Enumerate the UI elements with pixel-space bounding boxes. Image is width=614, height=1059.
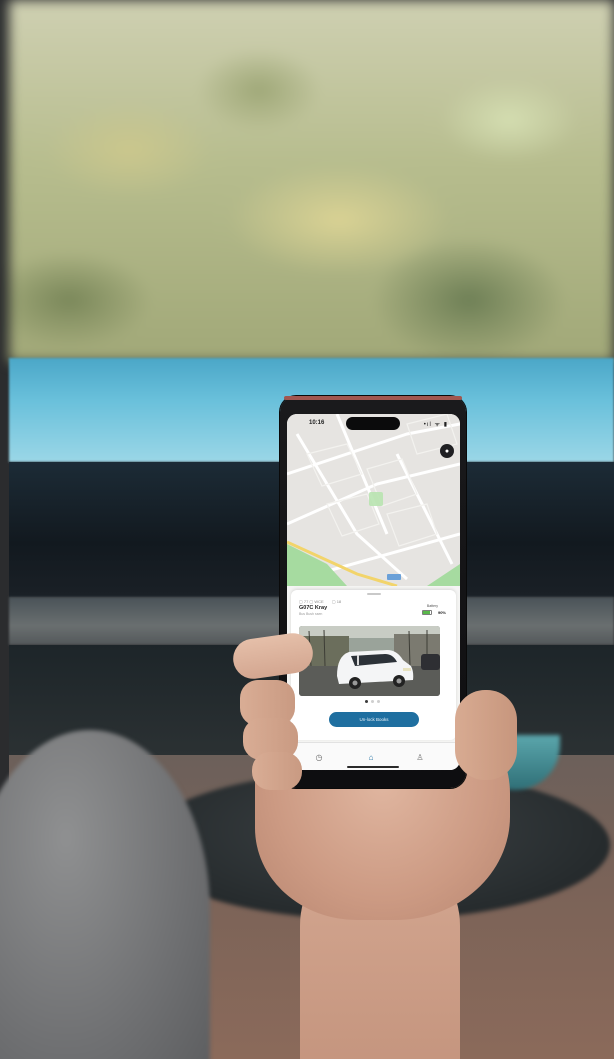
carousel-dot[interactable]: [371, 700, 374, 703]
vehicle-subtitle: Bus Bush ssen: [299, 612, 323, 616]
photo-scene: 10:16 •ıl ᯤ ▮ ● ▢ 77 ▢ WCE ▢ 18 G07C Kra…: [0, 0, 614, 1059]
vehicle-sheet: ▢ 77 ▢ WCE ▢ 18 G07C Kray Bus Bush ssen …: [291, 590, 456, 740]
home-indicator[interactable]: [347, 766, 399, 768]
dynamic-island: [346, 417, 400, 430]
profile-icon[interactable]: ●: [440, 444, 454, 458]
battery-fill: [423, 611, 431, 614]
battery-percent: 90%: [437, 610, 446, 615]
blurred-aerial-backdrop: [9, 0, 614, 362]
vehicle-photo[interactable]: [299, 626, 440, 696]
home-icon[interactable]: ⌂: [363, 749, 379, 765]
sheet-grabber[interactable]: [367, 593, 381, 595]
finger: [252, 752, 302, 790]
history-icon[interactable]: ◷: [311, 749, 327, 765]
vehicle-meta-item: ▢ 18: [331, 599, 342, 604]
carousel-dot[interactable]: [365, 700, 368, 703]
phone-top-edge: [284, 396, 462, 400]
unlock-button[interactable]: Un-lock Books: [329, 712, 419, 727]
vehicle-title: G07C Kray: [299, 605, 328, 611]
car-image: [299, 626, 440, 696]
carousel-dots[interactable]: [365, 700, 380, 703]
vehicle-meta-item: ▢ 77 ▢ WCE: [299, 599, 324, 604]
battery-label: Battery: [426, 604, 438, 608]
phone-screen: 10:16 •ıl ᯤ ▮ ● ▢ 77 ▢ WCE ▢ 18 G07C Kra…: [287, 414, 460, 770]
user-icon[interactable]: ♙: [412, 749, 428, 765]
finger-right: [455, 690, 517, 780]
vehicle-meta: ▢ 77 ▢ WCE ▢ 18: [299, 599, 348, 604]
battery-icon: [422, 610, 432, 615]
status-icons: •ıl ᯤ ▮: [423, 422, 448, 428]
carousel-dot[interactable]: [377, 700, 380, 703]
map-tiles: [287, 414, 460, 586]
map-view[interactable]: 10:16 •ıl ᯤ ▮ ●: [287, 414, 460, 586]
status-time: 10:16: [309, 420, 325, 426]
